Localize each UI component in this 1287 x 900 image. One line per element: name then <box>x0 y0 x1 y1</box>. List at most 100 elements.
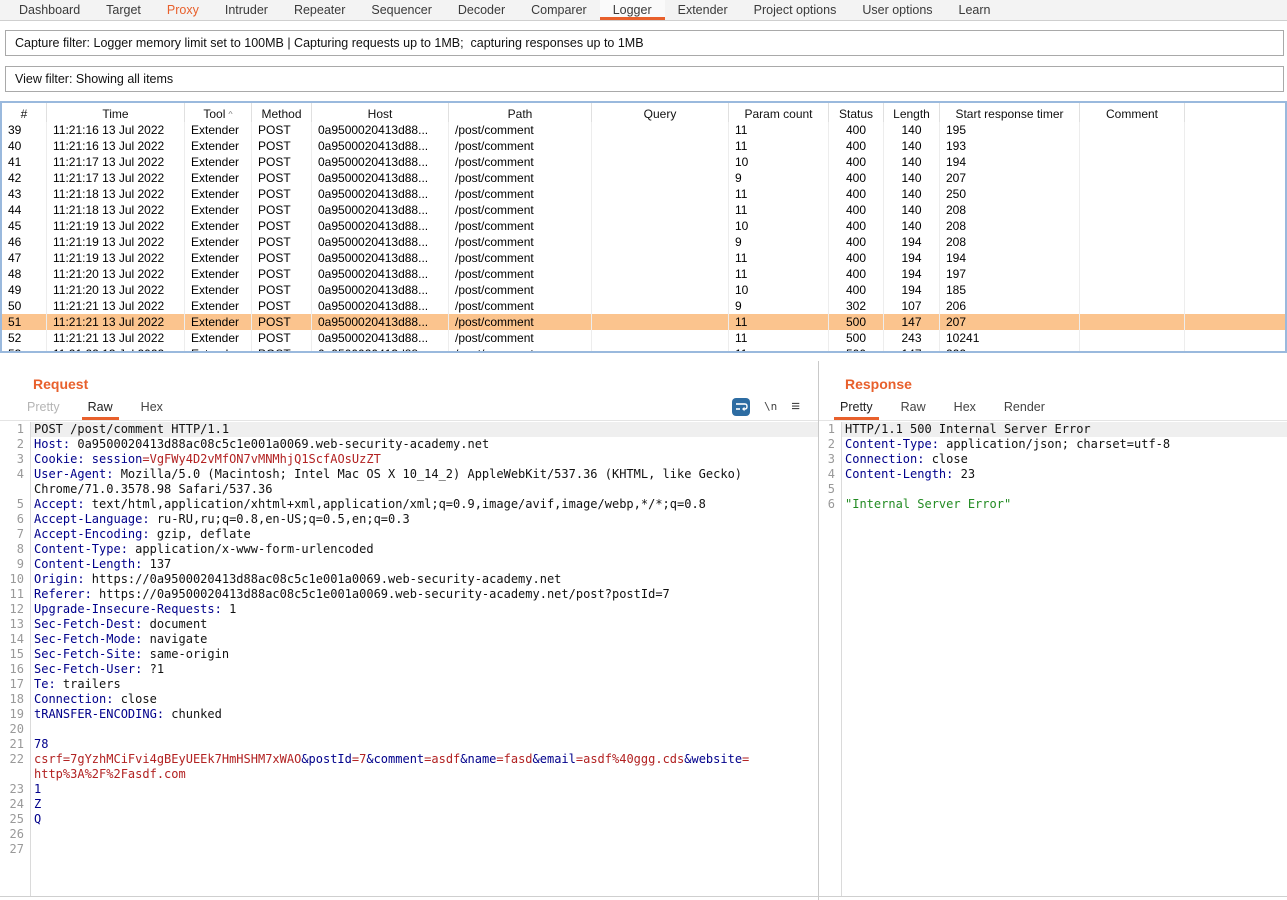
response-title: Response <box>819 353 1287 393</box>
table-row[interactable]: 4111:21:17 13 Jul 2022ExtenderPOST0a9500… <box>2 154 1285 170</box>
editor-line: 5Accept: text/html,application/xhtml+xml… <box>0 497 818 512</box>
top-tab-target[interactable]: Target <box>93 0 154 20</box>
line-text: Te: trailers <box>30 677 818 692</box>
capture-filter-bar[interactable]: Capture filter: Logger memory limit set … <box>5 30 1284 56</box>
top-tab-decoder[interactable]: Decoder <box>445 0 518 20</box>
table-row[interactable]: 3911:21:16 13 Jul 2022ExtenderPOST0a9500… <box>2 122 1285 138</box>
line-text: Sec-Fetch-Mode: navigate <box>30 632 818 647</box>
table-row[interactable]: 5011:21:21 13 Jul 2022ExtenderPOST0a9500… <box>2 298 1285 314</box>
editor-line: 17Te: trailers <box>0 677 818 692</box>
column-header-status[interactable]: Status <box>829 103 884 124</box>
cell-path: /post/comment <box>449 186 592 202</box>
top-tab-intruder[interactable]: Intruder <box>212 0 281 20</box>
request-editor[interactable]: 1POST /post/comment HTTP/1.12Host: 0a950… <box>0 422 818 897</box>
top-tab-project-options[interactable]: Project options <box>741 0 850 20</box>
response-tab-raw[interactable]: Raw <box>895 393 932 420</box>
cell-tool: Extender <box>185 330 252 346</box>
table-row[interactable]: 4211:21:17 13 Jul 2022ExtenderPOST0a9500… <box>2 170 1285 186</box>
top-tab-user-options[interactable]: User options <box>849 0 945 20</box>
table-row[interactable]: 4311:21:18 13 Jul 2022ExtenderPOST0a9500… <box>2 186 1285 202</box>
editor-line: 3Connection: close <box>819 452 1287 467</box>
cell-param-count: 10 <box>729 154 829 170</box>
column-header-host[interactable]: Host <box>312 103 449 124</box>
line-text: Content-Length: 23 <box>841 467 1287 482</box>
cell-param-count: 11 <box>729 330 829 346</box>
request-tabs: Pretty Raw Hex \n ≡ <box>0 393 818 421</box>
cell-path: /post/comment <box>449 298 592 314</box>
menu-icon[interactable]: ≡ <box>791 399 800 414</box>
table-row[interactable]: 4611:21:19 13 Jul 2022ExtenderPOST0a9500… <box>2 234 1285 250</box>
top-tab-comparer[interactable]: Comparer <box>518 0 600 20</box>
column-header-length[interactable]: Length <box>884 103 940 124</box>
table-row[interactable]: 4011:21:16 13 Jul 2022ExtenderPOST0a9500… <box>2 138 1285 154</box>
response-tab-render[interactable]: Render <box>998 393 1051 420</box>
table-filler-column <box>1185 138 1285 154</box>
cell-host: 0a9500020413d88... <box>312 250 449 266</box>
line-number: 11 <box>0 587 30 602</box>
request-tab-hex[interactable]: Hex <box>135 393 169 420</box>
response-tab-hex[interactable]: Hex <box>948 393 982 420</box>
cell-status: 400 <box>829 122 884 138</box>
line-text: Content-Type: application/json; charset=… <box>841 437 1287 452</box>
cell-tool: Extender <box>185 298 252 314</box>
column-header-#[interactable]: # <box>2 103 47 124</box>
cell-status: 400 <box>829 138 884 154</box>
cell-status: 400 <box>829 282 884 298</box>
cell-comment <box>1080 138 1185 154</box>
column-header-tool[interactable]: Tool^ <box>185 103 252 124</box>
cell-host: 0a9500020413d88... <box>312 186 449 202</box>
table-filler-column <box>1185 266 1285 282</box>
soft-wrap-icon[interactable] <box>732 398 750 416</box>
cell-param-count: 11 <box>729 138 829 154</box>
table-row[interactable]: 4811:21:20 13 Jul 2022ExtenderPOST0a9500… <box>2 266 1285 282</box>
column-header-path[interactable]: Path <box>449 103 592 124</box>
cell-host: 0a9500020413d88... <box>312 234 449 250</box>
cell-#: 48 <box>2 266 47 282</box>
cell-length: 140 <box>884 138 940 154</box>
response-editor[interactable]: 1HTTP/1.1 500 Internal Server Error2Cont… <box>819 422 1287 897</box>
line-number: 1 <box>819 422 841 437</box>
editor-line: 14Sec-Fetch-Mode: navigate <box>0 632 818 647</box>
line-text: "Internal Server Error" <box>841 497 1287 512</box>
cell-length: 194 <box>884 282 940 298</box>
column-header-time[interactable]: Time <box>47 103 185 124</box>
cell-param-count: 10 <box>729 282 829 298</box>
cell-#: 41 <box>2 154 47 170</box>
view-filter-bar[interactable]: View filter: Showing all items <box>5 66 1284 92</box>
table-row[interactable]: 4711:21:19 13 Jul 2022ExtenderPOST0a9500… <box>2 250 1285 266</box>
table-row[interactable]: 4911:21:20 13 Jul 2022ExtenderPOST0a9500… <box>2 282 1285 298</box>
editor-line: 25Q <box>0 812 818 827</box>
request-tab-pretty[interactable]: Pretty <box>21 393 66 420</box>
top-tab-extender[interactable]: Extender <box>665 0 741 20</box>
column-header-comment[interactable]: Comment <box>1080 103 1185 124</box>
newline-icon[interactable]: \n <box>764 400 777 413</box>
column-header-param-count[interactable]: Param count <box>729 103 829 124</box>
top-tab-sequencer[interactable]: Sequencer <box>358 0 444 20</box>
response-tab-pretty[interactable]: Pretty <box>834 393 879 420</box>
table-row[interactable]: 4511:21:19 13 Jul 2022ExtenderPOST0a9500… <box>2 218 1285 234</box>
editor-line: 9Content-Length: 137 <box>0 557 818 572</box>
line-number: 18 <box>0 692 30 707</box>
top-tab-learn[interactable]: Learn <box>946 0 1004 20</box>
top-tab-repeater[interactable]: Repeater <box>281 0 358 20</box>
editor-line: 19tRANSFER-ENCODING: chunked <box>0 707 818 722</box>
top-tab-proxy[interactable]: Proxy <box>154 0 212 20</box>
line-number <box>0 482 30 497</box>
column-header-method[interactable]: Method <box>252 103 312 124</box>
request-tab-raw[interactable]: Raw <box>82 393 119 420</box>
line-number: 17 <box>0 677 30 692</box>
top-tab-logger[interactable]: Logger <box>600 0 665 20</box>
line-text: Accept-Language: ru-RU,ru;q=0.8,en-US;q=… <box>30 512 818 527</box>
table-row[interactable]: 5311:21:22 13 Jul 2022ExtenderPOST0a9500… <box>2 346 1285 353</box>
line-text: Cookie: session=VgFWy4D2vMfON7vMNMhjQ1Sc… <box>30 452 818 467</box>
column-header-query[interactable]: Query <box>592 103 729 124</box>
cell-#: 53 <box>2 346 47 353</box>
cell-time: 11:21:16 13 Jul 2022 <box>47 138 185 154</box>
table-row[interactable]: 4411:21:18 13 Jul 2022ExtenderPOST0a9500… <box>2 202 1285 218</box>
table-row[interactable]: 5211:21:21 13 Jul 2022ExtenderPOST0a9500… <box>2 330 1285 346</box>
top-tab-dashboard[interactable]: Dashboard <box>6 0 93 20</box>
table-row[interactable]: 5111:21:21 13 Jul 2022ExtenderPOST0a9500… <box>2 314 1285 330</box>
column-header-start-response-timer[interactable]: Start response timer <box>940 103 1080 124</box>
cell-host: 0a9500020413d88... <box>312 138 449 154</box>
cell-status: 500 <box>829 346 884 353</box>
